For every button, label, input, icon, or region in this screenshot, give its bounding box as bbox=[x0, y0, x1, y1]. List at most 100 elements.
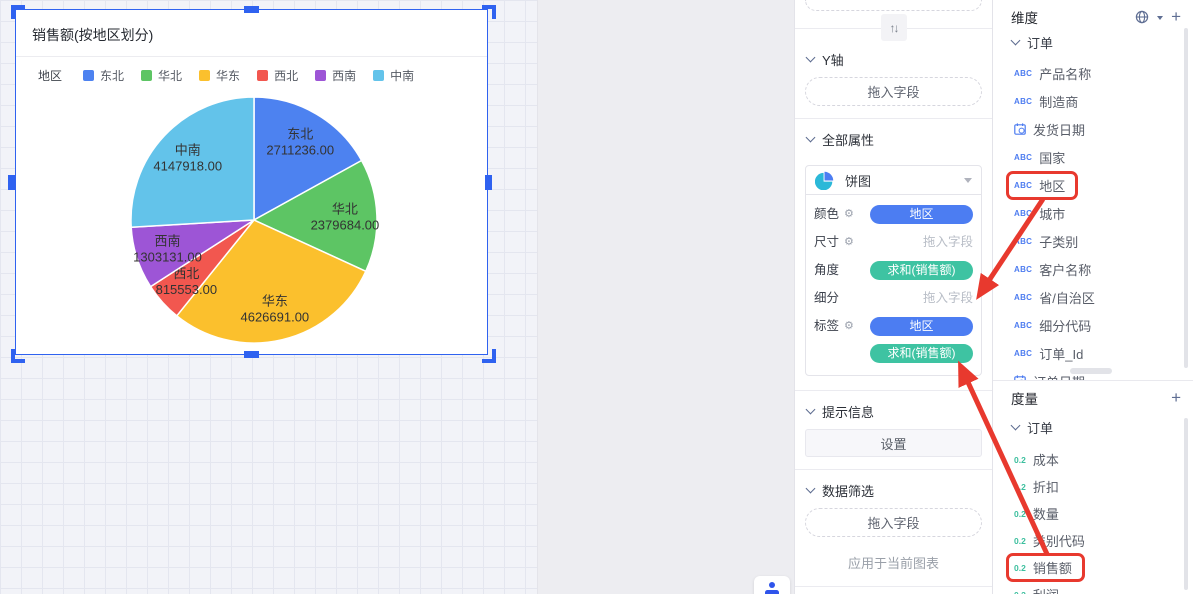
measure-field-数量[interactable]: 0.2 数量 bbox=[993, 500, 1193, 527]
filter-section-header[interactable]: 数据筛选 bbox=[795, 470, 992, 508]
globe-icon[interactable] bbox=[1135, 10, 1149, 24]
dimension-field-细分代码[interactable]: ABC 细分代码 bbox=[993, 311, 1193, 339]
dimension-field-省/自治区[interactable]: ABC 省/自治区 bbox=[993, 283, 1193, 311]
dimension-field-客户名称[interactable]: ABC 客户名称 bbox=[993, 255, 1193, 283]
x-axis-dropzone-partial[interactable] bbox=[805, 0, 982, 11]
chevron-down-icon bbox=[1010, 35, 1021, 45]
swap-axes-icon[interactable]: ↑↓ bbox=[880, 14, 907, 41]
field-pill[interactable]: 地区 bbox=[870, 317, 973, 336]
selection-handle-top[interactable] bbox=[244, 6, 259, 13]
chart-widget[interactable]: 销售额(按地区划分) 地区 东北 华北 华东 西北 西南 中南 东北 2711236.00 华… bbox=[15, 9, 488, 355]
tooltip-settings-button[interactable]: 设置 bbox=[805, 429, 982, 457]
field-label: 细分代码 bbox=[1039, 318, 1092, 334]
dimension-field-发货日期[interactable]: 发货日期 bbox=[993, 115, 1193, 143]
legend-item[interactable]: 中南 bbox=[373, 67, 414, 84]
field-label: 制造商 bbox=[1039, 94, 1079, 110]
selection-handle-bottom-left[interactable] bbox=[11, 349, 25, 363]
all-properties-section-header[interactable]: 全部属性 bbox=[795, 119, 992, 157]
selection-handle-right[interactable] bbox=[485, 175, 492, 190]
property-label: 标签 bbox=[814, 319, 840, 333]
selection-handle-top-left[interactable] bbox=[11, 5, 25, 19]
legend-swatch bbox=[257, 70, 269, 81]
selection-handle-bottom[interactable] bbox=[244, 351, 259, 358]
pie-slice-东北[interactable] bbox=[253, 96, 363, 221]
field-label: 城市 bbox=[1039, 206, 1066, 222]
text-field-icon: ABC bbox=[1014, 208, 1033, 218]
legend-item[interactable]: 西北 bbox=[257, 67, 298, 84]
measure-field-成本[interactable]: 0.2 成本 bbox=[993, 446, 1193, 473]
pie-slice-西南[interactable] bbox=[130, 219, 255, 288]
dimension-field-城市[interactable]: ABC 城市 bbox=[993, 199, 1193, 227]
pie-slice-西北[interactable] bbox=[149, 219, 255, 317]
pie-label: 西北 815553.00 bbox=[156, 266, 217, 297]
gear-icon[interactable]: ⚙ bbox=[844, 317, 854, 336]
caret-down-icon bbox=[964, 178, 972, 187]
property-label: 颜色 bbox=[814, 207, 840, 221]
selection-handle-top-right[interactable] bbox=[482, 5, 496, 19]
pie-slice-中南[interactable] bbox=[130, 96, 255, 229]
legend-item[interactable]: 华北 bbox=[141, 67, 182, 84]
legend-item[interactable]: 西南 bbox=[315, 67, 356, 84]
measures-scrollbar[interactable] bbox=[1184, 418, 1188, 590]
measure-field-折扣[interactable]: 0.2 折扣 bbox=[993, 473, 1193, 500]
pie-slice-华北[interactable] bbox=[253, 159, 378, 273]
property-dropzone[interactable]: 拖入字段 bbox=[870, 233, 973, 252]
gear-icon[interactable]: ⚙ bbox=[844, 233, 854, 252]
measure-field-利润[interactable]: 0.2 利润 bbox=[993, 581, 1193, 594]
dimension-field-产品名称[interactable]: ABC 产品名称 bbox=[993, 59, 1193, 87]
field-pill[interactable]: 求和(销售额) bbox=[870, 344, 973, 363]
person-icon bbox=[765, 582, 779, 594]
dimensions-group-orders[interactable]: 订单 bbox=[993, 29, 1193, 55]
chart-type-select[interactable]: 饼图 bbox=[806, 166, 981, 195]
caret-down-icon[interactable] bbox=[1157, 15, 1164, 23]
legend-label: 中南 bbox=[390, 69, 415, 83]
text-field-icon: ABC bbox=[1014, 292, 1033, 302]
legend-item[interactable]: 东北 bbox=[83, 67, 124, 84]
add-measure-button[interactable]: + bbox=[1171, 389, 1181, 406]
field-label: 产品名称 bbox=[1039, 66, 1092, 82]
text-field-icon: ABC bbox=[1014, 180, 1033, 190]
number-field-icon: 0.2 bbox=[1014, 535, 1026, 546]
gear-icon[interactable]: ⚙ bbox=[844, 205, 854, 224]
filter-dropzone[interactable]: 拖入字段 bbox=[805, 508, 982, 537]
dimensions-scrollbar[interactable] bbox=[1184, 28, 1188, 368]
text-field-icon: ABC bbox=[1014, 96, 1033, 106]
legend-swatch bbox=[199, 70, 211, 81]
legend-swatch bbox=[315, 70, 327, 81]
measures-group-orders[interactable]: 订单 bbox=[993, 414, 1193, 440]
dimension-field-地区[interactable]: ABC 地区 bbox=[993, 170, 1193, 200]
property-row-角度: 角度 求和(销售额) bbox=[814, 261, 973, 280]
legend-item[interactable]: 华东 bbox=[199, 67, 240, 84]
y-axis-section-header[interactable]: Y轴 bbox=[795, 39, 992, 77]
tooltip-section-header[interactable]: 提示信息 bbox=[795, 391, 992, 429]
chevron-down-icon bbox=[1010, 420, 1021, 430]
dashboard-canvas[interactable]: 销售额(按地区划分) 地区 东北 华北 华东 西北 西南 中南 东北 2711236.00 华… bbox=[0, 0, 537, 594]
pie-label: 中南 4147918.00 bbox=[153, 143, 222, 174]
floating-user-button[interactable] bbox=[754, 576, 790, 594]
legend-swatch bbox=[373, 70, 385, 81]
field-pill[interactable]: 地区 bbox=[870, 205, 973, 224]
dimension-field-子类别[interactable]: ABC 子类别 bbox=[993, 227, 1193, 255]
field-label: 销售额 bbox=[1032, 561, 1072, 576]
pie-chart-icon bbox=[815, 171, 834, 190]
chevron-down-icon bbox=[805, 483, 816, 494]
pie-slice-华东[interactable] bbox=[176, 219, 367, 344]
dimension-field-订单_Id[interactable]: ABC 订单_Id bbox=[993, 339, 1193, 367]
measure-field-类别代码[interactable]: 0.2 类别代码 bbox=[993, 527, 1193, 554]
selection-handle-bottom-right[interactable] bbox=[482, 349, 496, 363]
field-pill[interactable]: 求和(销售额) bbox=[870, 261, 973, 280]
field-label: 地区 bbox=[1039, 178, 1066, 194]
dimension-field-国家[interactable]: ABC 国家 bbox=[993, 143, 1193, 171]
selection-handle-left[interactable] bbox=[8, 175, 15, 190]
filter-note: 应用于当前图表 bbox=[847, 556, 939, 571]
chevron-down-icon bbox=[805, 52, 816, 63]
measure-field-销售额[interactable]: 0.2 销售额 bbox=[993, 553, 1193, 582]
property-dropzone[interactable]: 拖入字段 bbox=[870, 289, 973, 308]
y-axis-dropzone[interactable]: 拖入字段 bbox=[805, 77, 982, 106]
number-field-icon: 0.2 bbox=[1014, 562, 1026, 573]
add-dimension-button[interactable]: + bbox=[1171, 8, 1181, 25]
property-row-细分: 细分 拖入字段 bbox=[814, 289, 973, 308]
field-label: 成本 bbox=[1032, 453, 1059, 468]
dimensions-h-scrollbar[interactable] bbox=[1070, 368, 1112, 374]
dimension-field-制造商[interactable]: ABC 制造商 bbox=[993, 87, 1193, 115]
